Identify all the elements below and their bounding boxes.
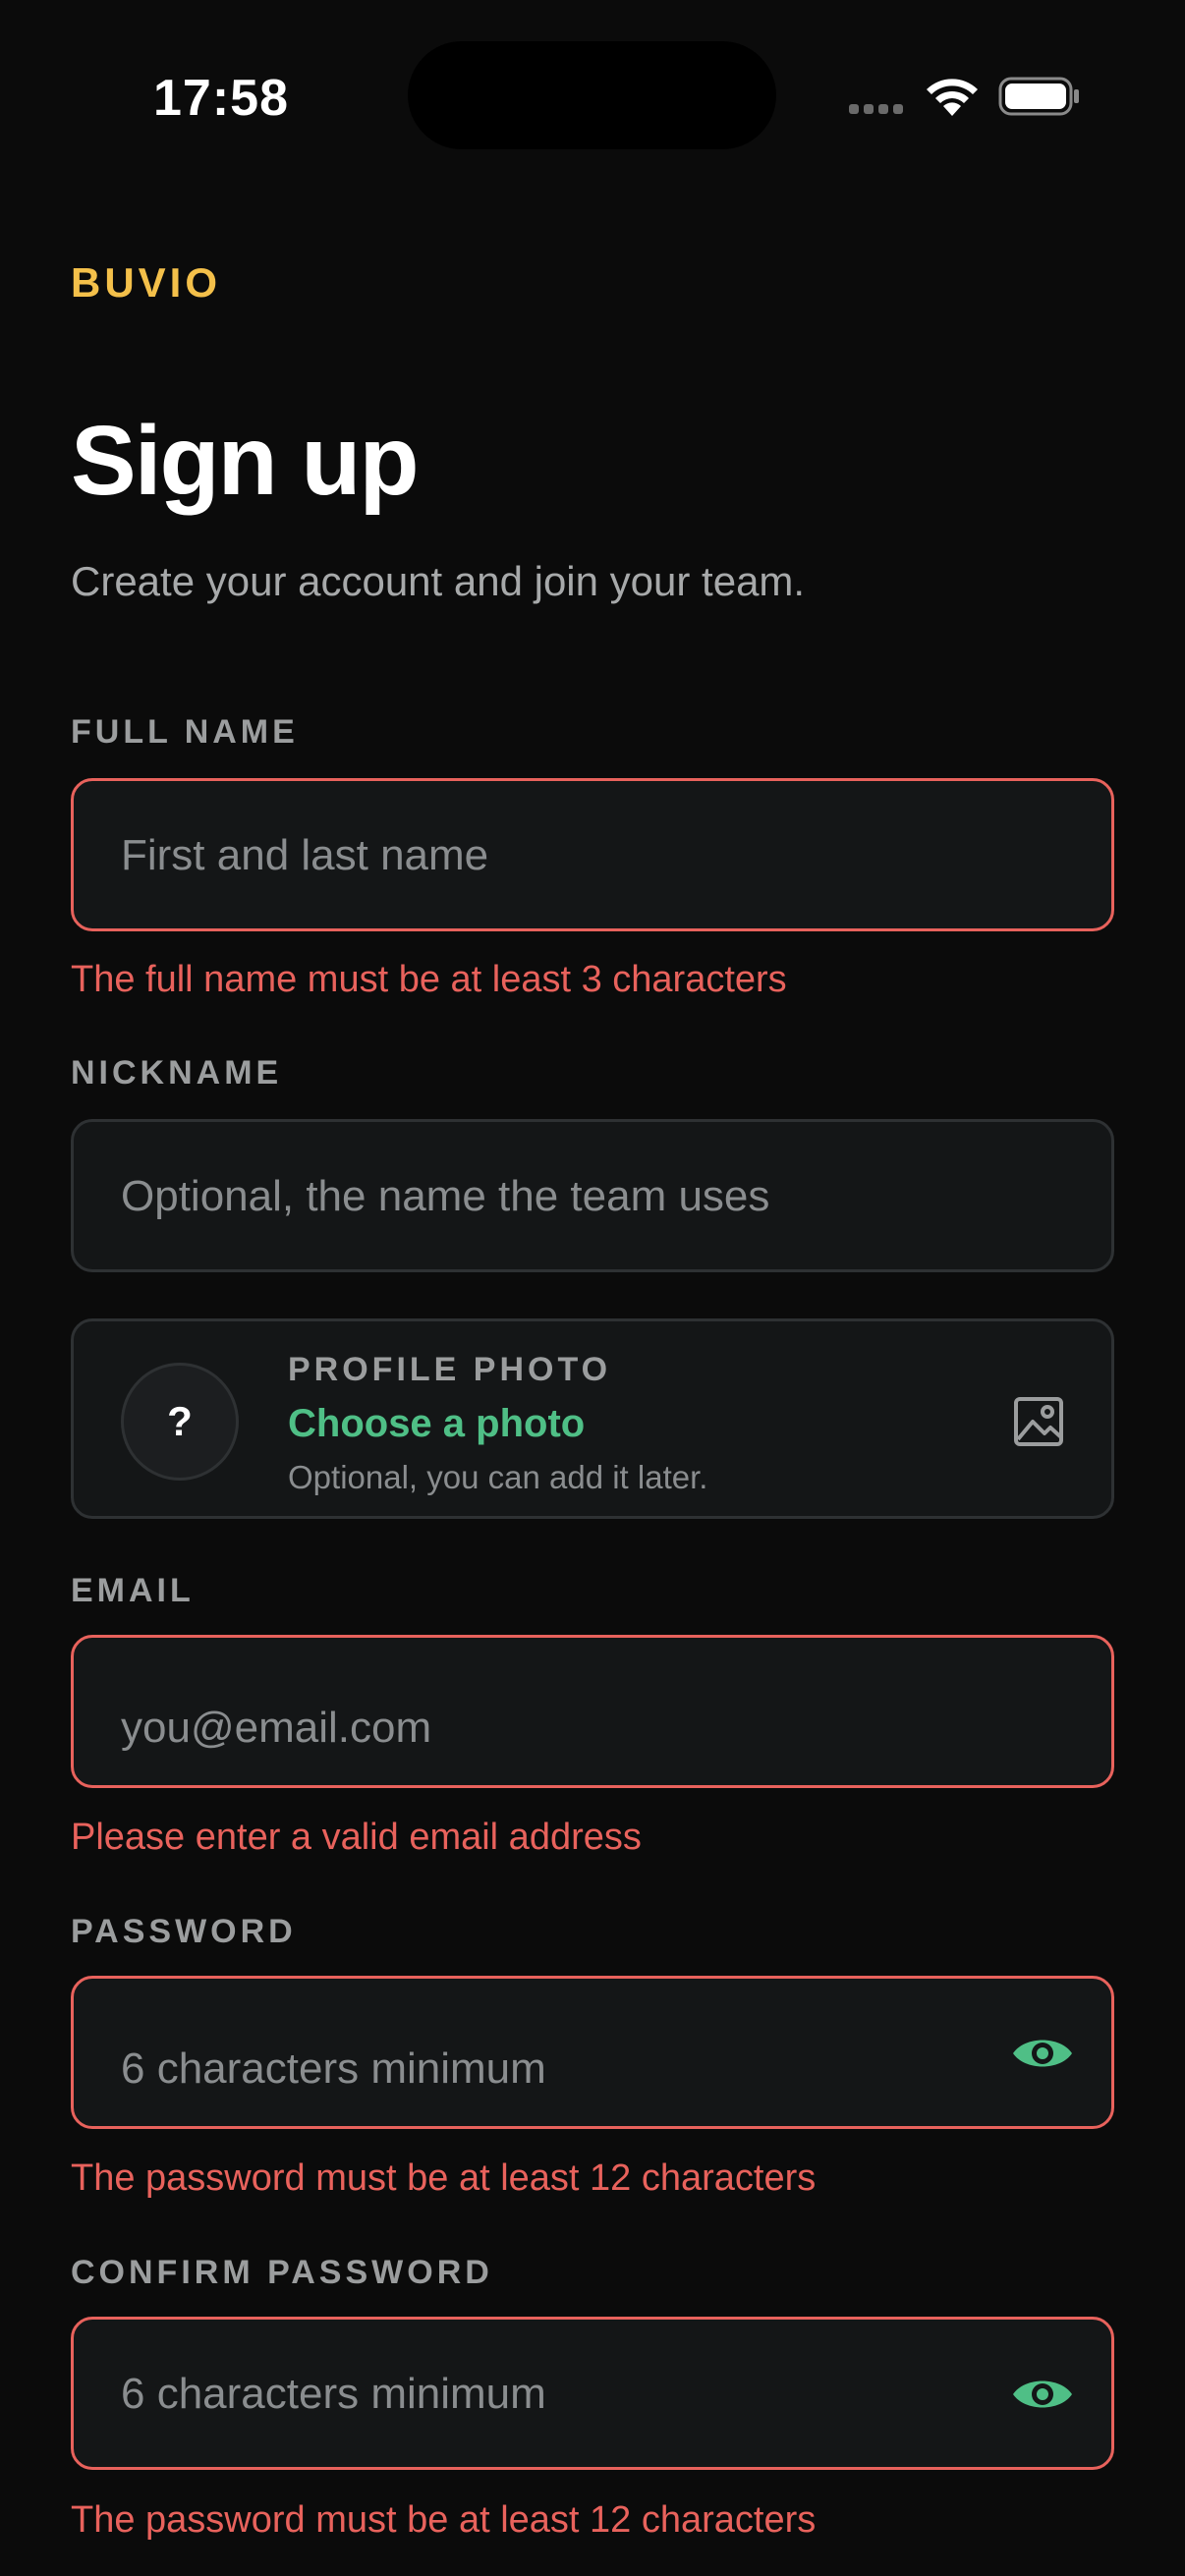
email-input[interactable] [121, 1699, 993, 1758]
full-name-label: FULL NAME [71, 713, 299, 751]
email-error: Please enter a valid email address [71, 1817, 642, 1858]
status-time: 17:58 [153, 70, 289, 127]
profile-photo-hint: Optional, you can add it later. [288, 1459, 708, 1495]
page-title: Sign up [71, 406, 420, 516]
confirm-password-error: The password must be at least 12 charact… [71, 2499, 817, 2541]
email-label: EMAIL [71, 1572, 195, 1609]
confirm-password-field[interactable] [71, 2317, 1114, 2470]
profile-photo-picker[interactable]: ? PROFILE PHOTO Choose a photo Optional,… [71, 1318, 1114, 1519]
cellular-signal-icon [849, 104, 908, 116]
eye-icon[interactable] [1011, 2373, 1074, 2416]
nickname-label: NICKNAME [71, 1054, 283, 1092]
full-name-field[interactable] [71, 778, 1114, 931]
choose-photo-button[interactable]: Choose a photo [288, 1402, 585, 1446]
confirm-password-input[interactable] [121, 2365, 993, 2424]
page-subtitle: Create your account and join your team. [71, 558, 806, 604]
eye-icon[interactable] [1011, 2032, 1074, 2075]
password-error: The password must be at least 12 charact… [71, 2157, 817, 2199]
wifi-icon [927, 79, 978, 116]
password-input[interactable] [121, 2040, 993, 2099]
image-icon[interactable] [1013, 1396, 1064, 1447]
avatar-placeholder: ? [121, 1363, 239, 1481]
full-name-error: The full name must be at least 3 charact… [71, 959, 787, 1000]
nickname-field[interactable] [71, 1119, 1114, 1272]
brand-logo: BUVIO [71, 259, 222, 306]
email-field[interactable] [71, 1635, 1114, 1788]
confirm-password-label: CONFIRM PASSWORD [71, 2254, 493, 2291]
status-bar: 17:58 [0, 0, 1185, 187]
dynamic-island [408, 41, 776, 149]
full-name-input[interactable] [121, 826, 993, 885]
battery-icon [998, 77, 1079, 116]
password-label: PASSWORD [71, 1913, 297, 1950]
password-field[interactable] [71, 1976, 1114, 2129]
profile-photo-label: PROFILE PHOTO [288, 1351, 612, 1388]
nickname-input[interactable] [121, 1167, 993, 1226]
